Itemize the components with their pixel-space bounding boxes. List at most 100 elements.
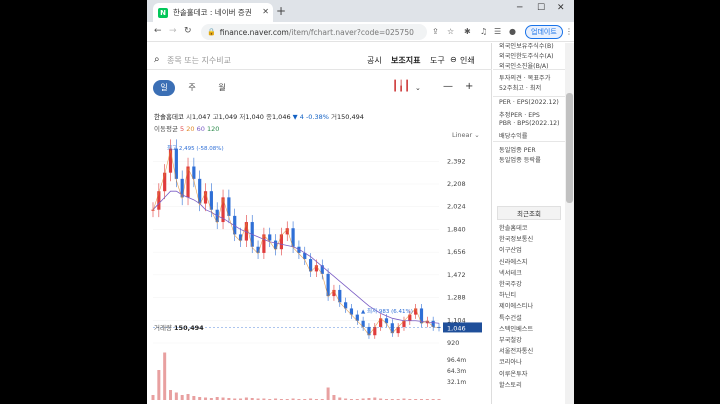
back-icon[interactable]: ← [154,26,162,36]
bookmark-star-icon[interactable]: ☆ [447,27,454,36]
valuation-item: 추정PER · EPS [499,111,540,119]
y-tick-label: 2,208 [447,180,466,188]
candle-body [268,234,272,241]
volume-tick-label: 96.4m [447,357,466,364]
menu-print[interactable]: 인쇄 [460,55,475,66]
candle-body [168,148,173,173]
volume-bar [361,398,365,400]
reading-list-icon[interactable]: ☰ [494,27,501,36]
volume-bar [157,370,161,400]
volume-bar [250,398,254,400]
recent-item[interactable]: 하닌티 [499,290,516,299]
volume-bar [256,398,260,400]
recent-item[interactable]: 한국정보통신 [499,234,533,243]
recent-item[interactable]: 신라에스지 [499,257,527,266]
chevron-down-icon[interactable]: ⌄ [415,84,421,92]
y-tick-label: 1,288 [447,294,466,302]
tab-weekly[interactable]: 주 [181,80,203,96]
search-input[interactable]: 종목 또는 지수비교 [167,55,231,66]
close-window-icon[interactable]: ✕ [557,3,565,13]
chart-toolbar: ⌕ 종목 또는 지수비교 공시 보조지표 도구 ⊖ 인쇄 [147,49,492,71]
price-summary: 한솔홈데코 시1,047 고1,049 저1,040 종1,046 ▼ 4 -0… [154,111,364,121]
search-icon[interactable]: ⌕ [154,54,160,65]
menu-dots-icon[interactable]: ⋮ [565,27,573,36]
recent-item[interactable]: 특수건설 [499,313,522,322]
volume-bar [239,398,243,400]
volume-bar [390,399,394,400]
valuation-item: PBR · BPS(2022.12) [499,120,560,127]
candle-type-icon[interactable]: ┃╽┃ [392,81,410,92]
price-chart[interactable]: 9201,1041,2881,4721,6561,8402,0242,2082,… [147,138,487,404]
recent-item[interactable]: 제이에스티나 [499,301,533,310]
recent-item[interactable]: 넥서테크 [499,268,522,277]
recent-item[interactable]: 코리아나 [499,357,522,366]
new-tab-icon[interactable]: + [276,4,286,18]
scrollbar-thumb[interactable] [566,93,573,203]
sidebar-divider [493,96,565,97]
candle-body [163,172,167,192]
page-scrollbar[interactable] [565,43,574,404]
tab-daily[interactable]: 일 [153,80,175,96]
recent-item[interactable]: 한국주강 [499,279,522,288]
volume-bar [198,397,202,400]
volume-bar [297,399,301,400]
forward-icon[interactable]: → [169,26,177,36]
volume-bar [291,398,295,400]
menu-disclosure[interactable]: 공시 [367,55,382,66]
valuation-item: 배당수익률 [499,132,528,140]
ma60-legend: 60 [196,125,205,133]
tab-monthly[interactable]: 월 [211,80,233,96]
browser-tab[interactable]: N 한솔홀데코 : 네이버 증권 ✕ [153,3,273,22]
volume-bar [309,398,313,400]
volume-bar [349,399,353,400]
recent-item[interactable]: 한솔홈데코 [499,223,527,232]
update-button[interactable]: 업데이트 [525,25,563,39]
maximize-icon[interactable]: ☐ [537,3,545,13]
y-tick-label: 1,656 [447,248,466,256]
media-icon[interactable]: ♫ [480,27,487,36]
volume-bar [373,397,377,400]
sector-item: 동일업종 등락률 [499,157,541,164]
candle-body [279,234,284,250]
y-tick-label: 2,392 [447,157,466,165]
reload-icon[interactable]: ↻ [184,26,192,36]
print-icon[interactable]: ⊖ [450,55,457,64]
address-bar[interactable]: 🔒 finance.naver.com/item/fchart.naver?co… [201,24,427,40]
high-annotation: 최고 2,495 (-58.08%) [167,144,224,152]
profile-icon[interactable]: ● [509,27,516,36]
y-tick-label: 1,840 [447,225,466,233]
ma-label: 이동평균 [154,125,178,133]
extensions-icon[interactable]: ✱ [464,27,471,36]
menu-indicators[interactable]: 보조지표 [391,55,420,66]
volume-bar [233,398,237,400]
volume-bar [192,396,196,400]
zoom-out-icon[interactable]: — [443,81,453,92]
foreign-item: 외국인보유주식수(B) [499,43,554,50]
recent-item[interactable]: 스텍인베스트 [499,324,533,333]
y-tick-label: 920 [447,339,459,347]
candle-body [192,166,196,179]
recent-views-header[interactable]: 최근조회 [497,206,561,220]
moving-average-legend: 이동평균 5 20 60 120 [154,123,219,133]
stock-name: 한솔홈데코 [154,113,184,121]
volume-value: 150,494 [337,113,364,121]
ma20-legend: 20 [186,125,195,133]
minimize-icon[interactable]: ─ [517,3,522,13]
menu-tools[interactable]: 도구 [430,55,445,66]
tab-close-icon[interactable]: ✕ [262,7,269,16]
share-icon[interactable]: ⇪ [432,27,439,36]
recent-item[interactable]: 할스토리 [499,380,522,389]
recent-item[interactable]: 부국철강 [499,335,522,344]
url-host: finance.naver.com [219,27,289,37]
browser-toolbar: ← → ↻ 🔒 finance.naver.com/item/fchart.na… [147,22,574,42]
zoom-in-icon[interactable]: + [465,81,473,92]
volume-bar [367,398,371,400]
url-text: finance.naver.com/item/fchart.naver?code… [220,28,414,37]
volume-bar [344,398,348,400]
recent-item[interactable]: 서울전자통신 [499,346,533,355]
volume-tick-label: 64.3m [447,368,466,375]
desktop-left [0,0,147,404]
recent-item[interactable]: 이루온투자 [499,369,527,378]
volume-bar [244,397,248,400]
recent-item[interactable]: 이구산업 [499,245,522,254]
